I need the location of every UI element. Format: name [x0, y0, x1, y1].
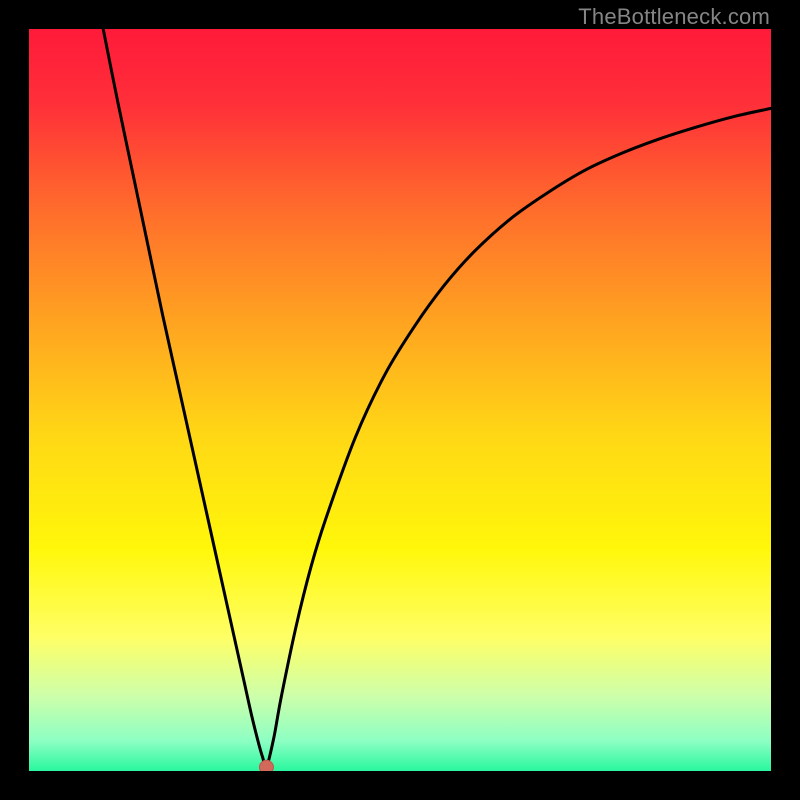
watermark-text: TheBottleneck.com [578, 4, 770, 30]
chart-frame: TheBottleneck.com [0, 0, 800, 800]
bottleneck-chart [29, 29, 771, 771]
optimum-marker [259, 760, 273, 771]
